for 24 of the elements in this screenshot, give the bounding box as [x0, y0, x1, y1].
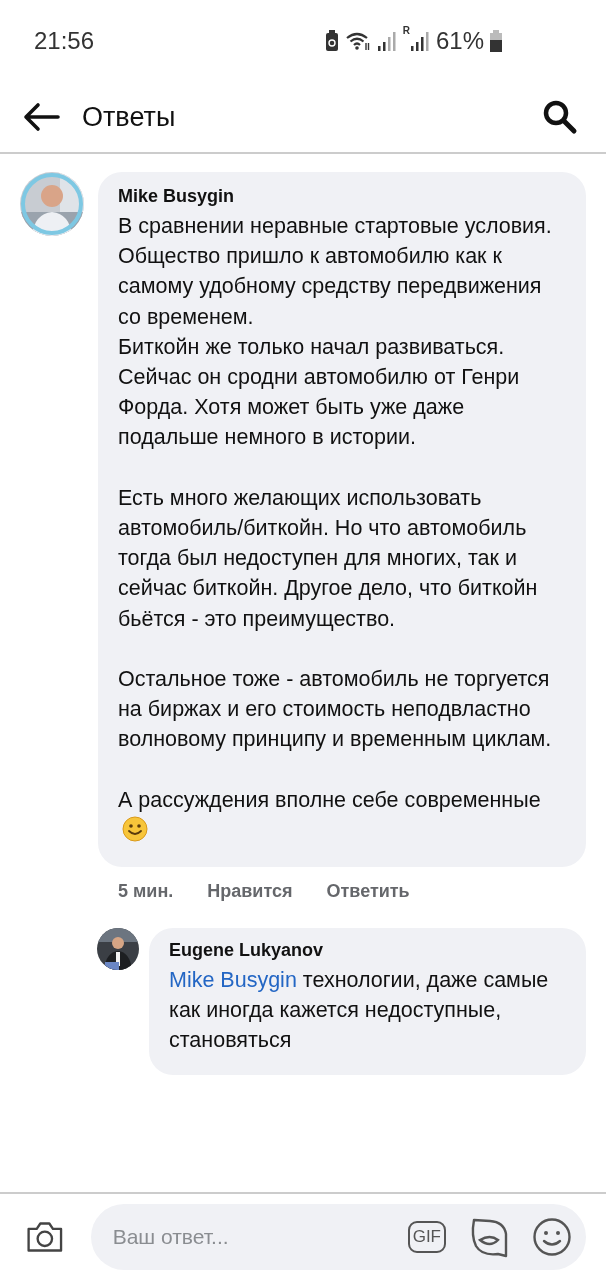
- status-time: 21:56: [34, 27, 95, 55]
- battery-icon: [490, 30, 502, 52]
- comment-action-link[interactable]: Ответить: [326, 881, 410, 903]
- reply-text: Mike Busygin технологии, даже самые как иногда кажется недоступные, становяться: [169, 967, 550, 1055]
- back-arrow-icon[interactable]: [22, 102, 60, 132]
- battery-percent: 61%: [435, 27, 484, 55]
- camera-icon[interactable]: [25, 1219, 65, 1255]
- wifi-icon: [344, 31, 371, 51]
- signal-icon: [376, 31, 397, 51]
- gif-button[interactable]: GIF: [407, 1221, 446, 1253]
- comment-author[interactable]: Mike Busygin: [118, 186, 566, 207]
- emoji-icon[interactable]: [532, 1217, 572, 1257]
- page-title: Ответы: [82, 101, 177, 133]
- roaming-label: R: [402, 25, 410, 36]
- reply-input-field[interactable]: Ваш ответ... GIF: [90, 1204, 586, 1270]
- battery-saver-icon: [324, 30, 339, 52]
- comment-time: 5 мин.: [118, 881, 174, 903]
- mention-link[interactable]: Mike Busygin: [169, 968, 297, 993]
- signal-icon: [409, 31, 430, 51]
- smiley-emoji-icon: [122, 816, 148, 843]
- comment-text: В сравнении неравные стартовые условия. Общество пришло к автомобилю как к самому удобному средству передвижения со временем. Биткойн же только начал развиваться. Сейчас он сродни автомобилю от Генри Форда. Хотя может быть уже даже подальше немного в истории. Есть много желающих использовать автомобиль/биткойн. Но что автомобиль тогда был недоступен для многих, так и сейчас биткойн. Другое дело, что биткойн бьётся - это преимущество. Остальное тоже - автомобиль не торгуется на биржах и его стоимость неподвластно волновому принципу и временным циклам. А рассуждения вполне себе современные: [118, 214, 552, 812]
- comment-action-link[interactable]: Нравится: [207, 881, 293, 903]
- search-icon[interactable]: [542, 99, 578, 135]
- reply-author[interactable]: Eugene Lukyanov: [169, 940, 566, 962]
